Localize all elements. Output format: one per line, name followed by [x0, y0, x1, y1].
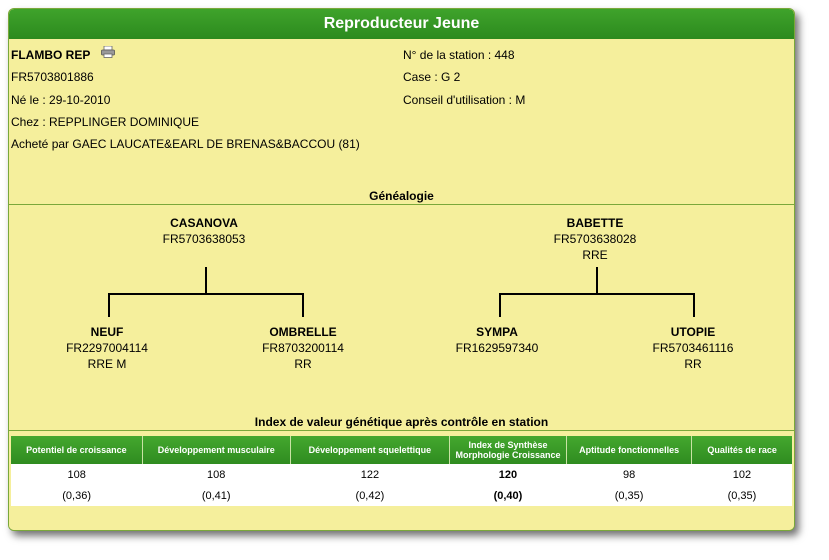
- sire-dam-id: FR8703200114: [262, 341, 344, 355]
- header-skeleton: Développement squelettique: [290, 436, 451, 464]
- sire-dam-name: OMBRELLE: [269, 325, 337, 339]
- index-divider: [9, 430, 794, 431]
- dam-sire-node: SYMPA FR1629597340: [407, 324, 587, 356]
- cd-function: (0,35): [566, 485, 692, 506]
- index-values-row: 108 108 122 120 98 102: [11, 464, 792, 485]
- value-skeleton: 122: [290, 464, 450, 485]
- tree-connector: [499, 293, 501, 317]
- sire-sire-tag: RRE M: [87, 357, 127, 371]
- cd-growth: (0,36): [11, 485, 143, 506]
- sire-sire-name: NEUF: [90, 325, 124, 339]
- dam-sire-name: SYMPA: [476, 325, 518, 339]
- reproducer-card: Reproducteur Jeune FLAMBO REP FR57038018…: [8, 8, 795, 531]
- header-function: Aptitude fonctionnelles: [566, 436, 693, 464]
- sire-sire-node: NEUF FR2297004114 RRE M: [17, 324, 197, 372]
- dam-dam-tag: RR: [684, 357, 702, 371]
- breeder: Chez : REPPLINGER DOMINIQUE: [11, 115, 200, 129]
- index-table: Potentiel de croissance Développement mu…: [11, 436, 792, 506]
- dam-dam-node: UTOPIE FR5703461116 RR: [603, 324, 783, 372]
- sire-sire-id: FR2297004114: [66, 341, 148, 355]
- usage-advice: Conseil d'utilisation : M: [403, 93, 526, 107]
- dam-dam-name: UTOPIE: [670, 325, 716, 339]
- value-muscle: 108: [142, 464, 291, 485]
- header-breed: Qualités de race: [691, 436, 792, 464]
- value-breed: 102: [691, 464, 792, 485]
- animal-name: FLAMBO REP: [11, 48, 91, 62]
- header-muscle: Développement musculaire: [142, 436, 291, 464]
- sire-node: CASANOVA FR5703638053: [114, 215, 294, 247]
- cd-synthesis: (0,40): [449, 485, 567, 506]
- header-synthesis: Index de Synthèse Morphologie Croissance: [449, 436, 567, 464]
- cd-breed: (0,35): [691, 485, 792, 506]
- dam-sire-id: FR1629597340: [455, 341, 539, 355]
- tree-connector: [108, 293, 110, 317]
- index-cd-row: (0,36) (0,41) (0,42) (0,40) (0,35) (0,35…: [11, 485, 792, 506]
- card-title: Reproducteur Jeune: [9, 9, 794, 39]
- cd-muscle: (0,41): [142, 485, 291, 506]
- index-header-row: Potentiel de croissance Développement mu…: [11, 436, 792, 464]
- dam-dam-id: FR5703461116: [652, 341, 734, 355]
- sire-id: FR5703638053: [162, 232, 246, 246]
- tree-connector: [108, 293, 304, 295]
- card-footer: [9, 506, 794, 530]
- index-title: Index de valeur génétique après contrôle…: [254, 415, 549, 429]
- sire-dam-tag: RR: [294, 357, 312, 371]
- tree-connector: [693, 293, 695, 317]
- birth-date: Né le : 29-10-2010: [11, 93, 111, 107]
- buyer: Acheté par GAEC LAUCATE&EARL DE BRENAS&B…: [11, 137, 360, 151]
- tree-connector: [499, 293, 695, 295]
- animal-id: FR5703801886: [11, 70, 94, 84]
- sire-name: CASANOVA: [170, 216, 238, 230]
- tree-connector: [302, 293, 304, 317]
- printer-icon[interactable]: [101, 46, 115, 58]
- tree-connector: [596, 267, 598, 293]
- dam-name: BABETTE: [566, 216, 624, 230]
- dam-id: FR5703638028: [553, 232, 637, 246]
- tree-connector: [205, 267, 207, 293]
- value-growth: 108: [11, 464, 143, 485]
- genealogy-title: Généalogie: [369, 189, 434, 203]
- genealogy-divider: [9, 204, 794, 205]
- station-case: Case : G 2: [403, 70, 461, 84]
- header-growth: Potentiel de croissance: [11, 436, 143, 464]
- dam-node: BABETTE FR5703638028 RRE: [505, 215, 685, 263]
- value-synthesis: 120: [449, 464, 567, 485]
- dam-tag: RRE: [582, 248, 608, 262]
- station-number: N° de la station : 448: [403, 48, 515, 62]
- sire-dam-node: OMBRELLE FR8703200114 RR: [213, 324, 393, 372]
- value-function: 98: [566, 464, 692, 485]
- cd-skeleton: (0,42): [290, 485, 450, 506]
